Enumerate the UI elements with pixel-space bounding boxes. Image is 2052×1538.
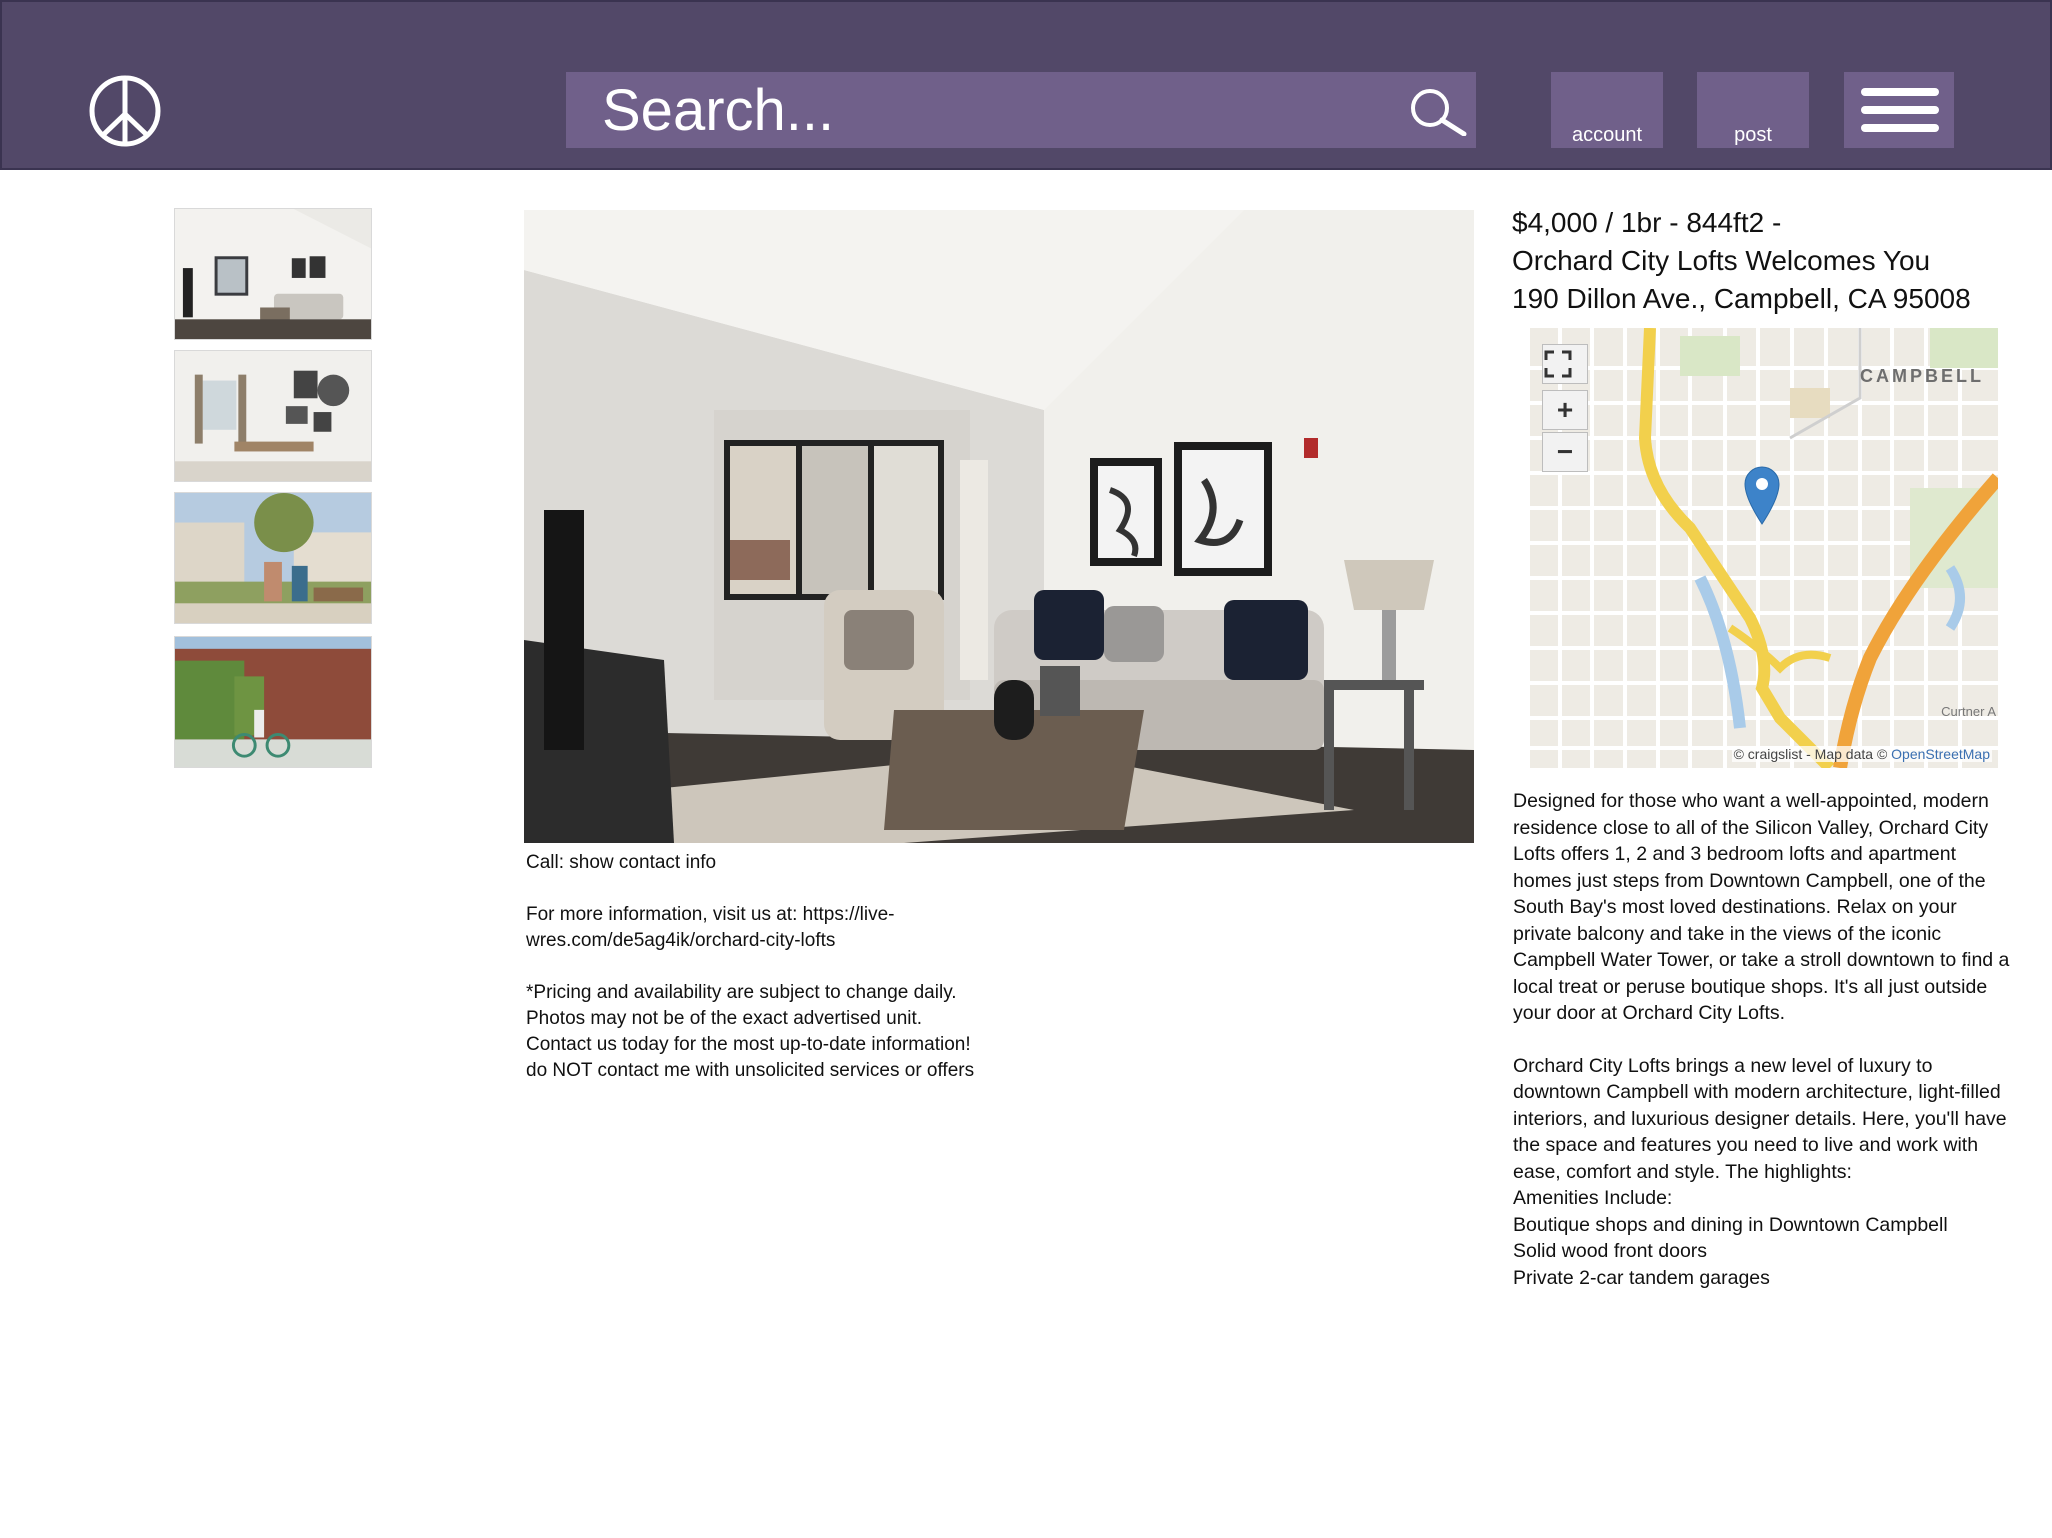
listing-heading: $4,000 / 1br - 844ft2 - Orchard City Lof… — [1512, 204, 2032, 318]
amenity-item: Solid wood front doors — [1513, 1240, 1708, 1262]
map-attribution: © craigslist - Map data © OpenStreetMap — [1731, 746, 1992, 762]
map-attribution-text: © craigslist - Map data © — [1733, 746, 1888, 762]
thumbnail-courtyard[interactable] — [174, 492, 372, 624]
post-button[interactable]: post — [1697, 72, 1809, 148]
thumbnail-living-room[interactable] — [174, 208, 372, 340]
search-input[interactable] — [602, 72, 1382, 148]
openstreetmap-link[interactable]: OpenStreetMap — [1891, 746, 1990, 762]
description-paragraph-1: Designed for those who want a well-appoi… — [1513, 790, 2010, 1024]
map-city-label: CAMPBELL — [1860, 366, 1984, 386]
map-street-label: Curtner A — [1941, 704, 1996, 719]
amenity-item: Private 2-car tandem garages — [1513, 1266, 1770, 1289]
call-prefix: Call: — [526, 852, 565, 873]
listing-url-link[interactable]: wres.com/de5ag4ik/orchard-city-lofts — [526, 928, 976, 954]
listing-description: Designed for those who want a well-appoi… — [1513, 788, 2013, 1291]
search-icon[interactable] — [1404, 86, 1470, 136]
hamburger-menu-icon[interactable] — [1844, 72, 1954, 148]
peace-icon[interactable] — [88, 74, 162, 148]
thumbnail-office[interactable] — [174, 350, 372, 482]
search-bar — [566, 72, 1476, 148]
amenity-item: Boutique shops and dining in Downtown Ca… — [1513, 1213, 1948, 1236]
zoom-in-button[interactable]: + — [1542, 390, 1588, 430]
menu-bar-top — [1861, 88, 1939, 96]
listing-address: 190 Dillon Ave., Campbell, CA 95008 — [1512, 283, 1971, 314]
pricing-note: *Pricing and availability are subject to… — [526, 982, 971, 1055]
location-map[interactable]: + − CAMPBELL Curtner A © craigslist - Ma… — [1530, 328, 1998, 768]
listing-title: Orchard City Lofts Welcomes You — [1512, 245, 1931, 276]
zoom-out-button[interactable]: − — [1542, 432, 1588, 472]
account-button[interactable]: account — [1551, 72, 1663, 148]
amenities-heading: Amenities Include: — [1513, 1187, 1673, 1209]
contact-info-block: Call: show contact info For more informa… — [526, 850, 976, 1084]
fullscreen-icon[interactable] — [1542, 344, 1588, 384]
site-header: account post — [0, 0, 2052, 170]
main-listing-photo[interactable] — [524, 210, 1474, 843]
menu-bar-bottom — [1861, 124, 1939, 132]
thumbnail-bicycle-wall[interactable] — [174, 636, 372, 768]
no-solicit-note: do NOT contact me with unsolicited servi… — [526, 1060, 975, 1081]
description-paragraph-2: Orchard City Lofts brings a new level of… — [1513, 1054, 2007, 1183]
show-contact-info-link[interactable]: show contact info — [569, 852, 716, 873]
more-info-text: For more information, visit us at: https… — [526, 904, 895, 925]
menu-bar-middle — [1861, 106, 1939, 114]
price-line: $4,000 / 1br - 844ft2 - — [1512, 207, 1782, 238]
